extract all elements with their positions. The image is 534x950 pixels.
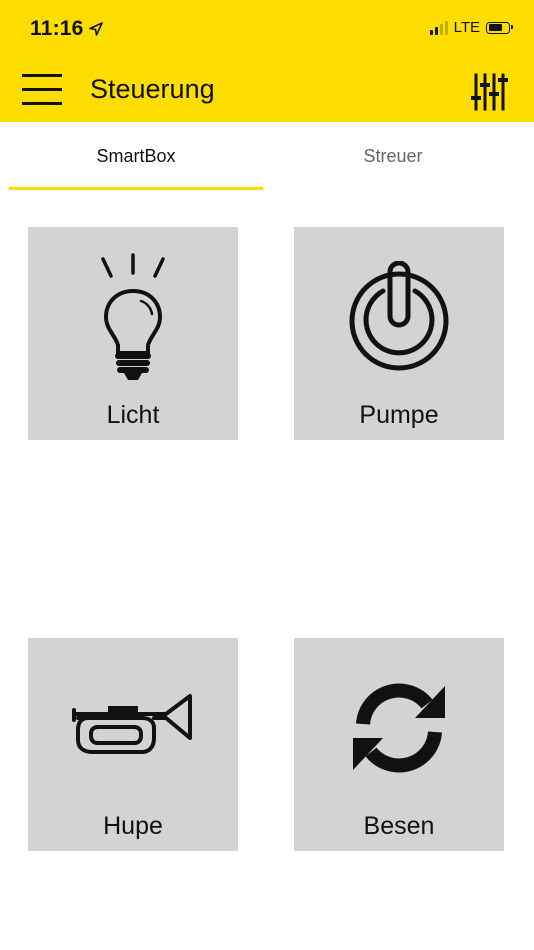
status-bar-time: 11:16: [30, 17, 103, 41]
app-header: 11:16 LTE Steuerung: [0, 0, 534, 122]
tab-bar: SmartBox Streuer: [0, 122, 534, 192]
hupe-button[interactable]: Hupe: [28, 638, 238, 851]
sliders-icon: [471, 73, 508, 111]
signal-bars-icon: [429, 20, 448, 35]
pumpe-label: Pumpe: [359, 401, 439, 429]
status-bar-right: LTE: [429, 19, 513, 36]
licht-label: Licht: [106, 401, 160, 429]
active-tab-indicator: [9, 187, 263, 190]
besen-label: Besen: [363, 812, 435, 840]
menu-button[interactable]: [22, 72, 64, 108]
network-label: LTE: [453, 19, 480, 36]
page-title: Steuerung: [90, 74, 215, 104]
tab-streuer[interactable]: Streuer: [266, 122, 520, 190]
hupe-label: Hupe: [103, 812, 163, 840]
licht-button[interactable]: Licht: [28, 227, 238, 440]
besen-button[interactable]: Besen: [294, 638, 504, 851]
power-icon: [349, 261, 449, 371]
pumpe-button[interactable]: Pumpe: [294, 227, 504, 440]
settings-button[interactable]: [470, 72, 508, 112]
battery-icon: [486, 21, 513, 34]
location-arrow-icon: [88, 22, 103, 36]
time-text: 11:16: [30, 17, 84, 40]
tab-smartbox[interactable]: SmartBox: [9, 122, 263, 190]
refresh-icon: [353, 683, 445, 773]
light-bulb-icon: [101, 253, 165, 380]
horn-icon: [72, 694, 192, 754]
